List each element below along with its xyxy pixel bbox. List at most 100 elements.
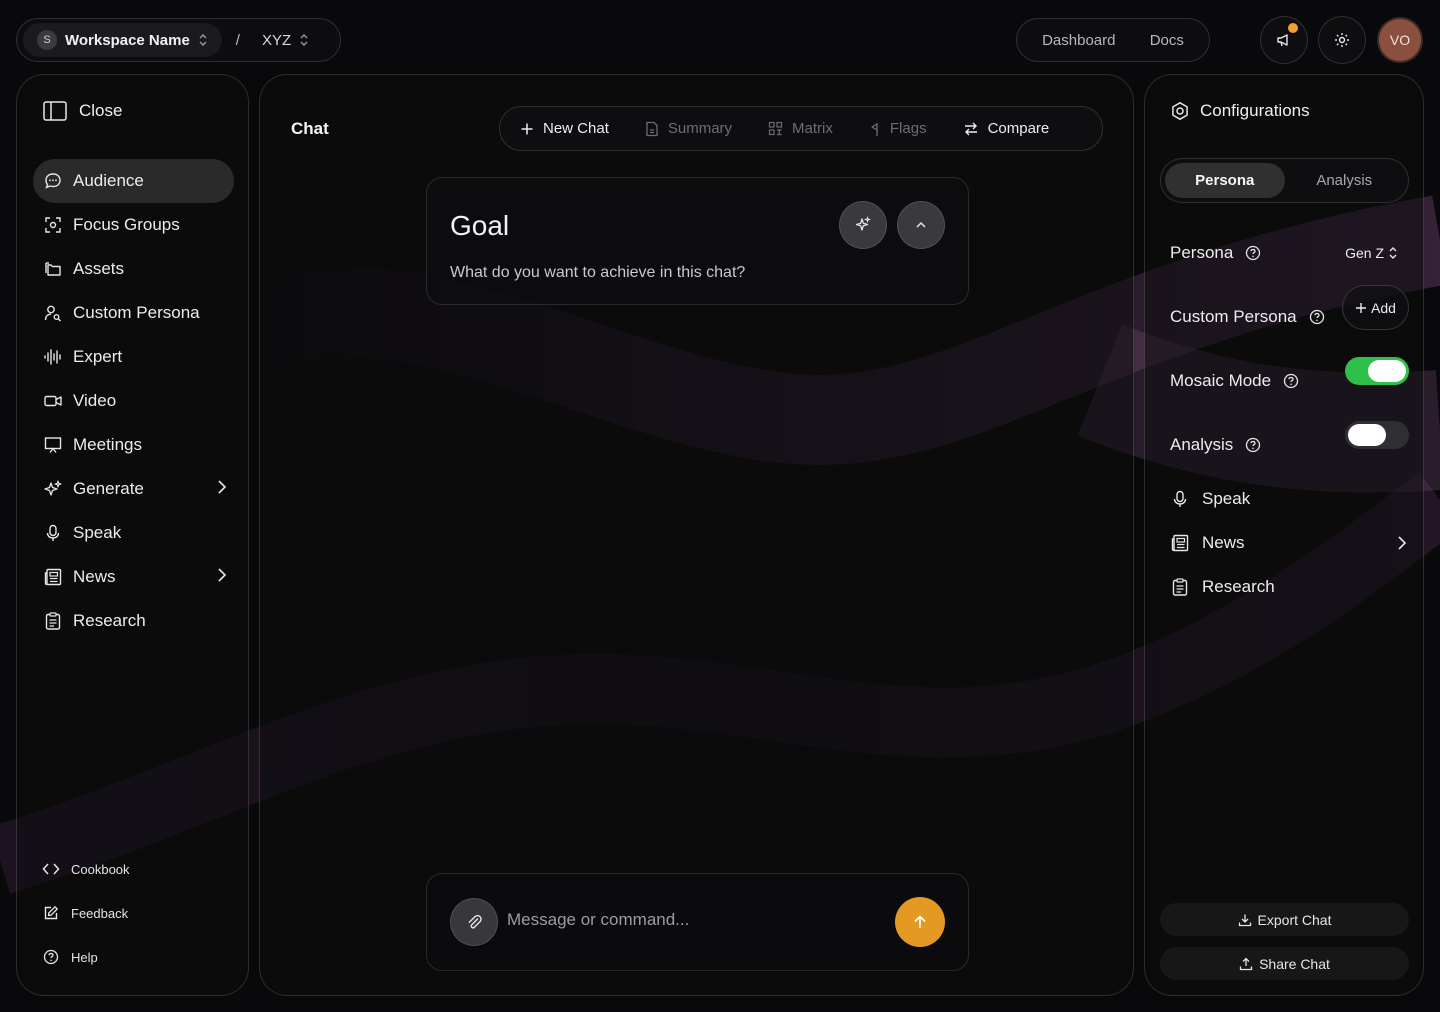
persona-row: Persona Gen Z <box>1170 243 1408 263</box>
export-chat-button[interactable]: Export Chat <box>1160 903 1409 936</box>
project-select[interactable]: XYZ <box>254 32 317 49</box>
settings-button[interactable] <box>1318 16 1366 64</box>
presentation-icon <box>43 435 63 455</box>
focus-icon <box>43 215 63 235</box>
sidebar-item-label: Meetings <box>73 435 142 454</box>
help-circle-icon[interactable] <box>1245 245 1261 261</box>
notification-dot <box>1288 23 1298 33</box>
attach-button[interactable] <box>450 898 498 946</box>
user-search-icon <box>43 303 63 323</box>
sidebar-toggle-icon <box>43 101 67 121</box>
custom-persona-row: Custom Persona Add <box>1170 285 1409 330</box>
mosaic-mode-row: Mosaic Mode <box>1170 357 1409 391</box>
flags-button[interactable]: Flags <box>869 120 927 137</box>
feedback-link[interactable]: Feedback <box>41 891 130 935</box>
help-circle-icon <box>41 947 61 967</box>
sidebar-item-research[interactable]: Research <box>33 599 234 643</box>
add-custom-persona-button[interactable]: Add <box>1342 285 1409 330</box>
download-icon <box>1238 913 1252 927</box>
sidebar-item-audience[interactable]: Audience <box>33 159 234 203</box>
sidebar-item-news[interactable]: News <box>33 555 234 599</box>
breadcrumb-separator: / <box>235 31 240 49</box>
help-label: Help <box>71 949 98 965</box>
sidebar-item-custom-persona[interactable]: Custom Persona <box>33 291 234 335</box>
sidebar-item-focus-groups[interactable]: Focus Groups <box>33 203 234 247</box>
goal-input[interactable]: What do you want to achieve in this chat… <box>450 264 745 282</box>
sparkles-icon <box>43 479 63 499</box>
configurations-panel: Configurations Persona Analysis Persona … <box>1144 74 1424 996</box>
clipboard-icon <box>1170 577 1190 597</box>
sidebar-item-assets[interactable]: Assets <box>33 247 234 291</box>
page-title: Chat <box>291 119 329 138</box>
help-circle-icon[interactable] <box>1309 309 1325 325</box>
plus-icon <box>520 122 534 136</box>
sidebar-item-label: Video <box>73 391 117 410</box>
sidebar-item-label: Focus Groups <box>73 215 180 234</box>
summary-button[interactable]: Summary <box>645 120 732 137</box>
code-icon <box>41 859 61 879</box>
analysis-toggle[interactable] <box>1345 421 1409 449</box>
analysis-row: Analysis <box>1170 421 1409 455</box>
top-nav-links: Dashboard Docs <box>1016 18 1210 62</box>
sidebar-item-label: Generate <box>73 479 144 498</box>
newspaper-icon <box>1170 533 1190 553</box>
tab-persona[interactable]: Persona <box>1165 163 1285 198</box>
help-link[interactable]: Help <box>41 935 130 979</box>
config-item-research[interactable]: Research <box>1170 577 1408 597</box>
compare-label: Compare <box>987 120 1050 137</box>
persona-select[interactable]: Gen Z <box>1345 245 1398 261</box>
help-circle-icon[interactable] <box>1283 373 1299 389</box>
compare-button[interactable]: Compare <box>963 120 1050 137</box>
sidebar-item-label: Assets <box>73 259 125 278</box>
flags-label: Flags <box>889 120 927 137</box>
sidebar-item-generate[interactable]: Generate <box>33 467 234 511</box>
mosaic-mode-toggle[interactable] <box>1345 357 1409 385</box>
news-label: News <box>1202 533 1245 552</box>
sidebar-item-expert[interactable]: Expert <box>33 335 234 379</box>
user-avatar[interactable]: VO <box>1377 17 1423 63</box>
config-item-news[interactable]: News <box>1170 533 1408 553</box>
new-chat-label: New Chat <box>543 120 609 137</box>
config-item-speak[interactable]: Speak <box>1170 489 1408 509</box>
sidebar-item-video[interactable]: Video <box>33 379 234 423</box>
microphone-icon <box>43 523 63 543</box>
tab-analysis[interactable]: Analysis <box>1285 163 1405 198</box>
feedback-label: Feedback <box>71 905 129 921</box>
toggle-knob <box>1348 424 1386 446</box>
research-label: Research <box>1202 577 1275 596</box>
share-chat-label: Share Chat <box>1259 955 1330 972</box>
send-button[interactable] <box>895 897 945 947</box>
workspace-select[interactable]: S Workspace Name <box>23 23 222 57</box>
collapse-goal-button[interactable] <box>897 201 945 249</box>
grid-icon <box>768 121 783 136</box>
sidebar-nav: Audience Focus Groups Assets Custom Pers… <box>33 159 234 643</box>
workspace-breadcrumb: S Workspace Name / XYZ <box>16 18 341 62</box>
chevron-up-down-icon <box>1388 246 1398 260</box>
matrix-button[interactable]: Matrix <box>768 120 833 137</box>
share-chat-button[interactable]: Share Chat <box>1160 947 1409 980</box>
waveform-icon <box>43 347 63 367</box>
message-input[interactable]: Message or command... <box>507 910 887 930</box>
custom-persona-label: Custom Persona <box>1170 307 1297 326</box>
microphone-icon <box>1170 489 1190 509</box>
workspace-name: Workspace Name <box>65 31 190 49</box>
sidebar-item-label: Speak <box>73 523 122 542</box>
close-sidebar-button[interactable]: Close <box>43 101 122 121</box>
chat-toolbar: New Chat Summary Matrix Flags Compare <box>499 106 1103 151</box>
goal-card: Goal What do you want to achieve in this… <box>426 177 969 305</box>
mosaic-mode-label: Mosaic Mode <box>1170 371 1272 390</box>
sidebar-item-speak[interactable]: Speak <box>33 511 234 555</box>
summary-label: Summary <box>667 120 733 137</box>
arrow-up-icon <box>912 914 928 930</box>
sidebar-item-meetings[interactable]: Meetings <box>33 423 234 467</box>
docs-link[interactable]: Docs <box>1150 32 1184 49</box>
announcements-button[interactable] <box>1260 16 1308 64</box>
sidebar-item-label: Audience <box>73 171 144 190</box>
new-chat-button[interactable]: New Chat <box>520 120 609 137</box>
dashboard-link[interactable]: Dashboard <box>1042 32 1115 49</box>
message-composer: Message or command... <box>426 873 969 971</box>
goal-ai-suggest-button[interactable] <box>839 201 887 249</box>
sidebar-footer: Cookbook Feedback Help <box>41 847 130 979</box>
help-circle-icon[interactable] <box>1245 437 1261 453</box>
cookbook-link[interactable]: Cookbook <box>41 847 130 891</box>
